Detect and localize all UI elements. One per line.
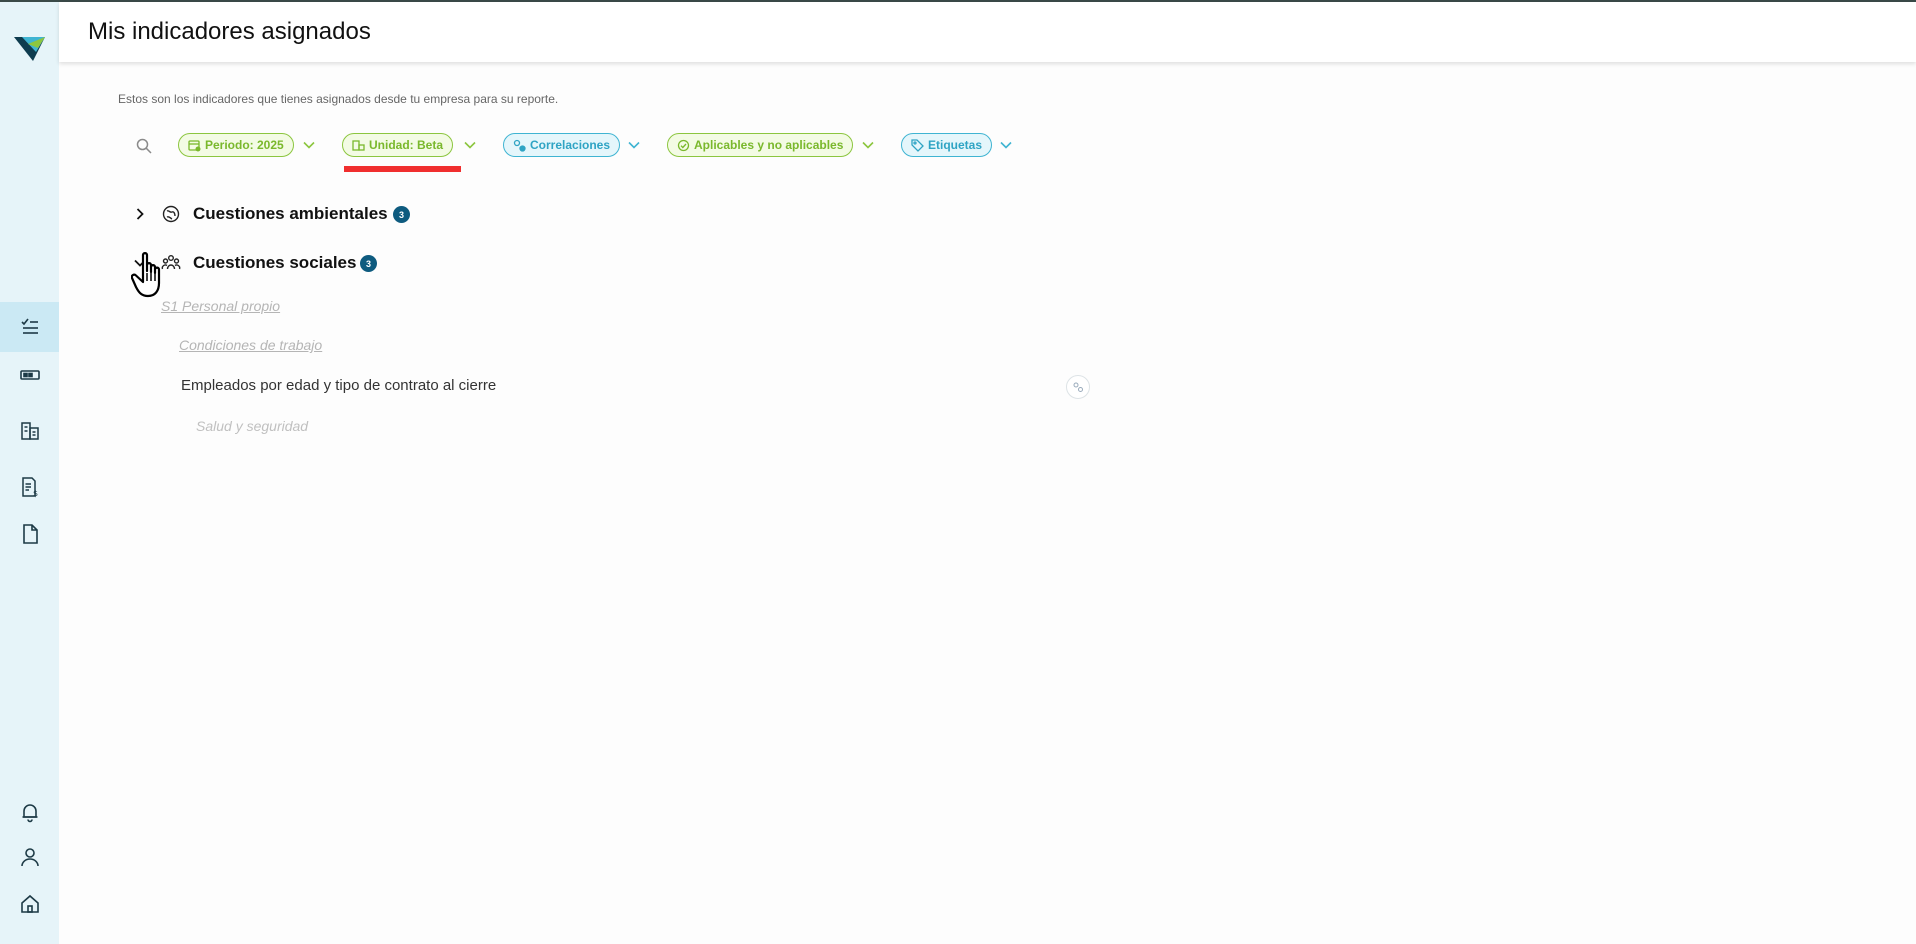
- indicator-action-button[interactable]: [1066, 375, 1090, 399]
- svg-text:$: $: [33, 489, 38, 498]
- checklist-icon: [20, 318, 38, 334]
- card-icon: [19, 370, 40, 380]
- page-title: Mis indicadores asignados: [88, 18, 371, 45]
- sidebar-item-notifications[interactable]: [0, 787, 59, 837]
- subsection-salud[interactable]: Salud y seguridad: [196, 418, 308, 434]
- sidebar: $: [0, 2, 59, 944]
- filter-correlaciones-chip[interactable]: Correlaciones: [503, 133, 621, 157]
- filter-unidad-label: Unidad: Beta: [369, 138, 444, 152]
- page-header: Mis indicadores asignados: [59, 2, 1916, 62]
- sidebar-item-indicators[interactable]: [0, 302, 59, 352]
- chevron-right-icon[interactable]: [133, 207, 147, 221]
- filter-correlaciones-label: Correlaciones: [530, 138, 611, 152]
- sidebar-item-cards[interactable]: [0, 350, 59, 400]
- sidebar-item-billing[interactable]: $: [0, 462, 59, 512]
- sidebar-item-profile[interactable]: [0, 832, 59, 882]
- document-icon: [22, 524, 38, 544]
- filter-etiquetas-label: Etiquetas: [928, 138, 983, 152]
- filter-aplicables-label: Aplicables y no aplicables: [694, 138, 844, 152]
- check-circle-icon: [677, 139, 690, 151]
- intro-text: Estos son los indicadores que tienes asi…: [118, 92, 559, 106]
- filter-unidad-chip[interactable]: Unidad: Beta: [342, 133, 454, 157]
- home-icon: [20, 894, 39, 913]
- chevron-down-icon[interactable]: [463, 138, 477, 152]
- correlation-icon: [513, 139, 526, 152]
- correlation-small-icon: [1073, 382, 1083, 392]
- highlight-underline: [344, 166, 461, 172]
- tag-icon: [911, 138, 924, 152]
- filter-periodo-label: Periodo: 2025: [205, 138, 284, 152]
- section-link-s1[interactable]: S1 Personal propio: [161, 298, 280, 314]
- chevron-down-icon[interactable]: [302, 138, 316, 152]
- filter-aplicables-chip[interactable]: Aplicables y no aplicables: [667, 133, 854, 157]
- calendar-icon: [188, 139, 201, 151]
- hand-cursor-icon: [131, 252, 161, 298]
- filter-periodo-chip[interactable]: Periodo: 2025: [178, 133, 294, 157]
- building-icon: [352, 139, 365, 151]
- search-icon[interactable]: [135, 137, 153, 155]
- logo-icon[interactable]: [14, 34, 45, 62]
- invoice-icon: $: [21, 477, 38, 498]
- chevron-down-icon[interactable]: [627, 138, 641, 152]
- chevron-down-icon[interactable]: [861, 138, 875, 152]
- indicator-item[interactable]: Empleados por edad y tipo de contrato al…: [181, 377, 496, 394]
- bell-icon: [22, 804, 37, 823]
- count-badge: 3: [360, 255, 377, 272]
- environment-icon: [162, 205, 180, 223]
- chevron-down-icon[interactable]: [999, 138, 1013, 152]
- sidebar-item-companies[interactable]: [0, 406, 59, 456]
- filter-etiquetas-chip[interactable]: Etiquetas: [901, 133, 993, 157]
- user-icon: [20, 848, 39, 867]
- subsection-link-condiciones[interactable]: Condiciones de trabajo: [179, 337, 322, 353]
- tree-group-sociales[interactable]: Cuestiones sociales: [193, 253, 356, 273]
- tree-group-ambientales[interactable]: Cuestiones ambientales: [193, 204, 388, 224]
- sidebar-item-documents[interactable]: [0, 509, 59, 559]
- buildings-icon: [20, 422, 39, 440]
- sidebar-item-home[interactable]: [0, 879, 59, 929]
- count-badge: 3: [393, 206, 410, 223]
